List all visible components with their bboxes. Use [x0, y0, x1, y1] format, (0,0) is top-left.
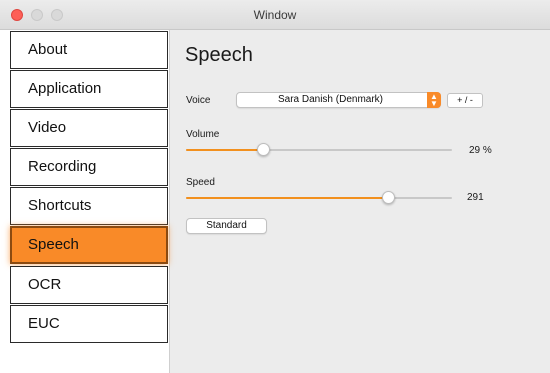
speed-slider[interactable] [186, 191, 452, 205]
sidebar-item-about[interactable]: About [10, 31, 168, 69]
speed-readout: 291 [467, 192, 484, 203]
sidebar-item-recording[interactable]: Recording [10, 148, 168, 186]
volume-slider[interactable] [186, 143, 452, 157]
sidebar-item-euc[interactable]: EUC [10, 305, 168, 343]
sidebar-item-speech[interactable]: Speech [10, 226, 168, 264]
voice-label: Voice [186, 95, 211, 106]
sidebar-item-shortcuts[interactable]: Shortcuts [10, 187, 168, 225]
volume-readout: 29 % [469, 145, 492, 156]
standard-button[interactable]: Standard [186, 218, 267, 234]
sidebar-item-application[interactable]: Application [10, 70, 168, 108]
page-title: Speech [185, 44, 253, 66]
speed-slider-knob[interactable] [382, 191, 396, 204]
speech-settings-panel: Speech Voice Sara Danish (Denmark) ▲ ▼ + … [171, 30, 550, 373]
speed-slider-fill [186, 197, 389, 199]
speed-label: Speed [186, 177, 215, 188]
voice-adjust-button[interactable]: + / - [447, 93, 483, 108]
voice-select[interactable]: Sara Danish (Denmark) ▲ ▼ [236, 92, 441, 108]
sidebar-item-ocr[interactable]: OCR [10, 266, 168, 304]
sidebar: About Application Video Recording Shortc… [0, 30, 170, 373]
sidebar-item-video[interactable]: Video [10, 109, 168, 147]
window-titlebar: Window [0, 0, 550, 30]
volume-slider-fill [186, 149, 264, 151]
volume-label: Volume [186, 129, 220, 140]
volume-slider-knob[interactable] [257, 143, 271, 156]
updown-arrows-icon: ▲ ▼ [427, 92, 441, 108]
window-title: Window [253, 8, 297, 22]
voice-select-value: Sara Danish (Denmark) [277, 94, 384, 105]
